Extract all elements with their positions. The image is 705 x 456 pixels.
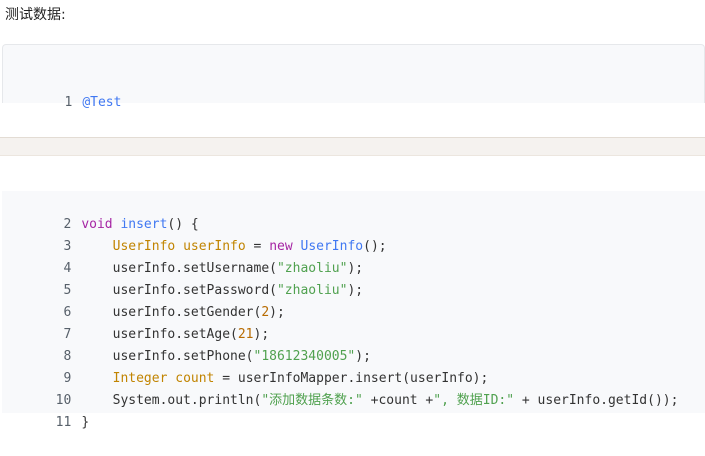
- code-text: }: [81, 415, 90, 430]
- code-block-annotation: 1 @Test: [2, 44, 705, 110]
- code-line: 6 userInfo.setGender(2);: [2, 280, 284, 320]
- code-text: System.out.println(: [81, 393, 262, 408]
- code-line: 10 System.out.println("添加数据条数:" +count +…: [2, 368, 679, 408]
- string-token: ", 数据ID:": [433, 393, 515, 408]
- code-line: 1 @Test: [3, 70, 121, 110]
- line-number: 11: [55, 415, 72, 430]
- code-line: 8 userInfo.setPhone("18612340005");: [2, 324, 370, 364]
- code-line: 11}: [2, 390, 89, 430]
- code-line: 5 userInfo.setPassword("zhaoliu");: [2, 258, 363, 298]
- separator-band: [0, 137, 705, 156]
- code-block-method: 2 void insert() { 3 UserInfo userInfo = n…: [2, 191, 705, 430]
- string-token: "zhaoliu": [276, 283, 348, 298]
- code-line: 7 userInfo.setAge(21);: [2, 302, 269, 342]
- annotation-token: @Test: [82, 95, 122, 110]
- code-text: );: [347, 283, 364, 298]
- line-number: 1: [64, 95, 73, 110]
- code-text: +count +: [362, 393, 434, 408]
- page-heading: 测试数据:: [5, 7, 66, 23]
- code-text: );: [269, 305, 285, 320]
- code-text: ();: [363, 239, 387, 254]
- code-line: 9 Integer count = userInfoMapper.insert(…: [2, 346, 488, 386]
- code-line: 3 UserInfo userInfo = new UserInfo();: [2, 214, 386, 254]
- string-token: "添加数据条数:": [261, 393, 363, 408]
- code-line: 2 void insert() {: [2, 192, 198, 232]
- code-text: + userInfo.getId());: [514, 393, 679, 408]
- code-line: 4 userInfo.setUsername("zhaoliu");: [2, 236, 363, 276]
